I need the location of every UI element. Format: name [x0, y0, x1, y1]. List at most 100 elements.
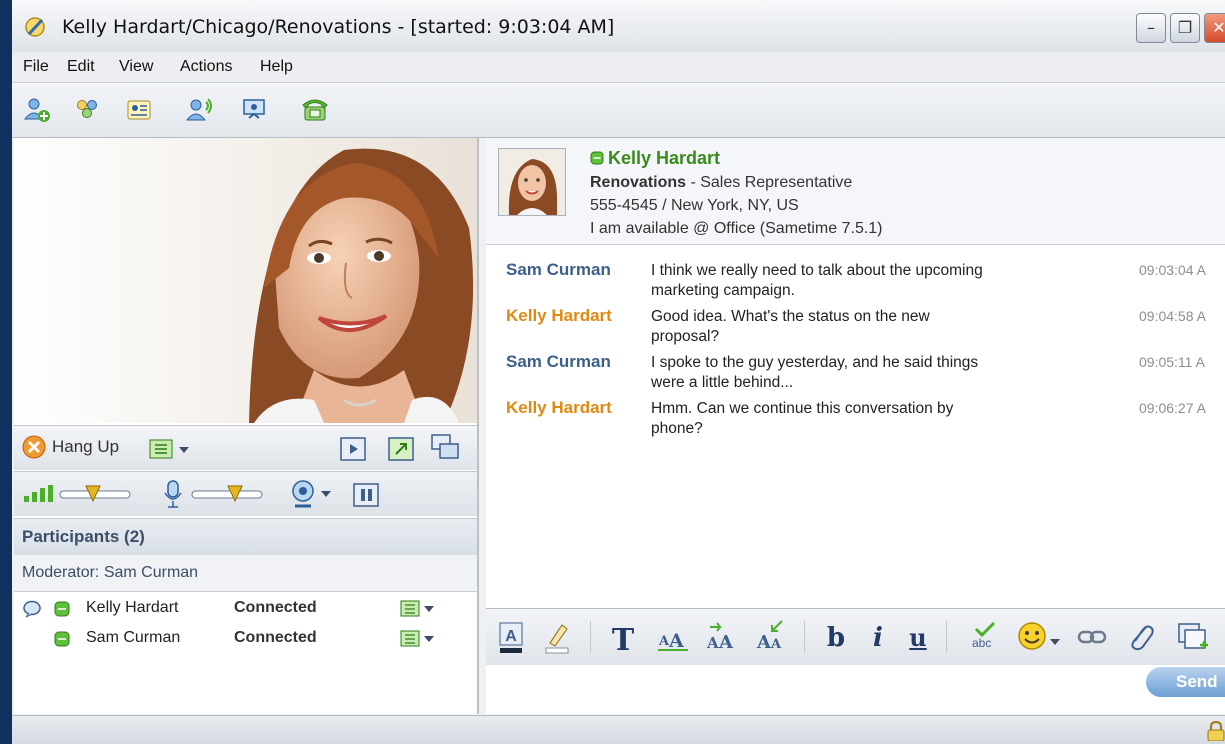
link-icon[interactable] — [1076, 624, 1110, 650]
participant-status: Connected — [234, 599, 317, 616]
attach-file-icon[interactable] — [1126, 621, 1156, 653]
detach-video-icon[interactable] — [429, 433, 461, 463]
participant-options-dropdown-icon[interactable] — [399, 629, 439, 649]
audio-video-controls — [14, 471, 477, 516]
minimize-button[interactable]: – — [1136, 13, 1166, 43]
toolbar-separator — [590, 621, 591, 653]
video-feed — [14, 138, 477, 423]
contact-phone-location: 555-4545 / New York, NY, US — [590, 197, 799, 214]
message-text: I spoke to the guy yesterday, and he sai… — [651, 354, 979, 391]
decrease-font-icon[interactable]: A A — [754, 617, 788, 653]
hang-up-icon — [22, 435, 46, 459]
sametime-logo-icon — [25, 17, 45, 37]
chat-message: Sam Curman I think we really need to tal… — [486, 260, 1225, 304]
call-controls: Hang Up — [14, 425, 477, 470]
main-toolbar — [12, 83, 1225, 138]
video-conference-icon[interactable] — [240, 95, 270, 125]
message-input[interactable] — [486, 665, 1225, 714]
meeting-window: Kelly Hardart/Chicago/Renovations - [sta… — [12, 0, 1225, 744]
menu-actions[interactable]: Actions — [180, 58, 232, 76]
moderator-label: Moderator: Sam Curman — [22, 564, 199, 581]
contact-name: Kelly Hardart — [608, 148, 721, 168]
expand-video-icon[interactable] — [387, 435, 415, 463]
contact-role: - Sales Representative — [686, 174, 853, 191]
message-text: Hmm. Can we continue this conversation b… — [651, 400, 954, 437]
bold-button[interactable]: b — [824, 623, 848, 653]
phone-icon[interactable] — [300, 95, 330, 125]
svg-text:A: A — [505, 628, 517, 645]
restore-button[interactable]: ❐ — [1170, 13, 1200, 43]
italic-button[interactable]: i — [866, 623, 890, 653]
message-time: 09:05:11 A — [1139, 354, 1205, 370]
play-video-icon[interactable] — [339, 435, 367, 463]
highlight-color-icon[interactable] — [544, 621, 572, 655]
add-user-icon[interactable] — [22, 95, 52, 125]
message-sender: Kelly Hardart — [506, 306, 612, 325]
available-status-icon — [54, 631, 70, 647]
participant-video-image — [14, 138, 477, 423]
speaker-volume-icon — [24, 485, 53, 502]
hang-up-button[interactable]: Hang Up — [22, 434, 119, 460]
voice-user-icon[interactable] — [184, 95, 214, 125]
menu-file[interactable]: File — [23, 58, 49, 76]
chat-message: Sam Curman I spoke to the guy yesterday,… — [486, 352, 1225, 396]
pause-icon[interactable] — [352, 481, 380, 509]
window-title: Kelly Hardart/Chicago/Renovations - [sta… — [62, 16, 615, 38]
font-size-icon[interactable]: A A — [656, 621, 690, 653]
menu-bar: File Edit View Actions Help — [12, 52, 1225, 83]
message-sender: Sam Curman — [506, 352, 611, 371]
participant-name: Kelly Hardart — [86, 599, 179, 616]
chat-pane: Kelly Hardart Renovations - Sales Repres… — [486, 138, 1225, 714]
av-pane: Hang Up Participants (2) Moderator: Sam … — [14, 138, 479, 714]
increase-font-icon[interactable]: A A — [704, 617, 738, 653]
menu-help[interactable]: Help — [260, 58, 293, 76]
message-text: I think we really need to talk about the… — [651, 262, 983, 299]
microphone-icon — [164, 480, 182, 508]
contact-company: Renovations — [590, 174, 687, 191]
screen-capture-icon[interactable] — [1176, 621, 1210, 653]
participant-name: Sam Curman — [86, 629, 181, 646]
microphone-volume-slider[interactable] — [190, 482, 266, 506]
font-button[interactable]: T — [610, 623, 636, 658]
contact-avatar — [498, 148, 566, 216]
svg-text:A: A — [756, 632, 772, 653]
add-group-icon[interactable] — [72, 95, 102, 125]
lock-icon — [1207, 721, 1225, 741]
message-text: Good idea. What's the status on the new … — [651, 308, 930, 345]
title-bar: Kelly Hardart/Chicago/Renovations - [sta… — [12, 0, 1225, 53]
participants-title: Participants (2) — [22, 527, 145, 546]
contact-status-icon — [590, 151, 604, 165]
status-bar — [12, 715, 1225, 744]
message-sender: Sam Curman — [506, 260, 611, 279]
svg-text:A: A — [770, 637, 782, 652]
emoticon-dropdown-icon[interactable] — [1016, 620, 1064, 654]
menu-edit[interactable]: Edit — [67, 58, 95, 76]
svg-text:A: A — [718, 632, 734, 653]
menu-view[interactable]: View — [119, 58, 153, 76]
svg-text:A: A — [706, 634, 719, 652]
participant-row[interactable]: Kelly Hardart Connected — [14, 595, 477, 623]
message-time: 09:06:27 A — [1139, 400, 1206, 416]
spell-check-button[interactable]: abc — [966, 621, 1002, 655]
message-time: 09:04:58 A — [1139, 308, 1206, 324]
toolbar-separator — [946, 621, 947, 653]
available-status-icon — [54, 601, 70, 617]
business-card: Kelly Hardart Renovations - Sales Repres… — [486, 138, 1225, 245]
participant-status: Connected — [234, 629, 317, 646]
checkmark-icon — [974, 621, 996, 637]
webcam-dropdown-icon[interactable] — [289, 478, 337, 510]
send-button[interactable]: Send — [1146, 667, 1225, 697]
contact-availability: I am available @ Office (Sametime 7.5.1) — [590, 220, 883, 237]
participant-options-dropdown-icon[interactable] — [399, 599, 439, 619]
chat-message: Kelly Hardart Hmm. Can we continue this … — [486, 398, 1225, 442]
text-color-icon[interactable]: A — [498, 621, 526, 655]
participants-header: Participants (2) — [14, 518, 477, 556]
call-options-dropdown-icon[interactable] — [148, 438, 196, 462]
business-card-icon[interactable] — [124, 95, 154, 125]
underline-button[interactable]: u — [906, 623, 930, 653]
participant-row[interactable]: Sam Curman Connected — [14, 625, 477, 653]
contact-company-role: Renovations - Sales Representative — [590, 174, 852, 192]
close-button[interactable]: ✕ — [1204, 13, 1225, 43]
speaker-volume-slider[interactable] — [58, 482, 134, 506]
svg-text:A: A — [668, 630, 684, 652]
